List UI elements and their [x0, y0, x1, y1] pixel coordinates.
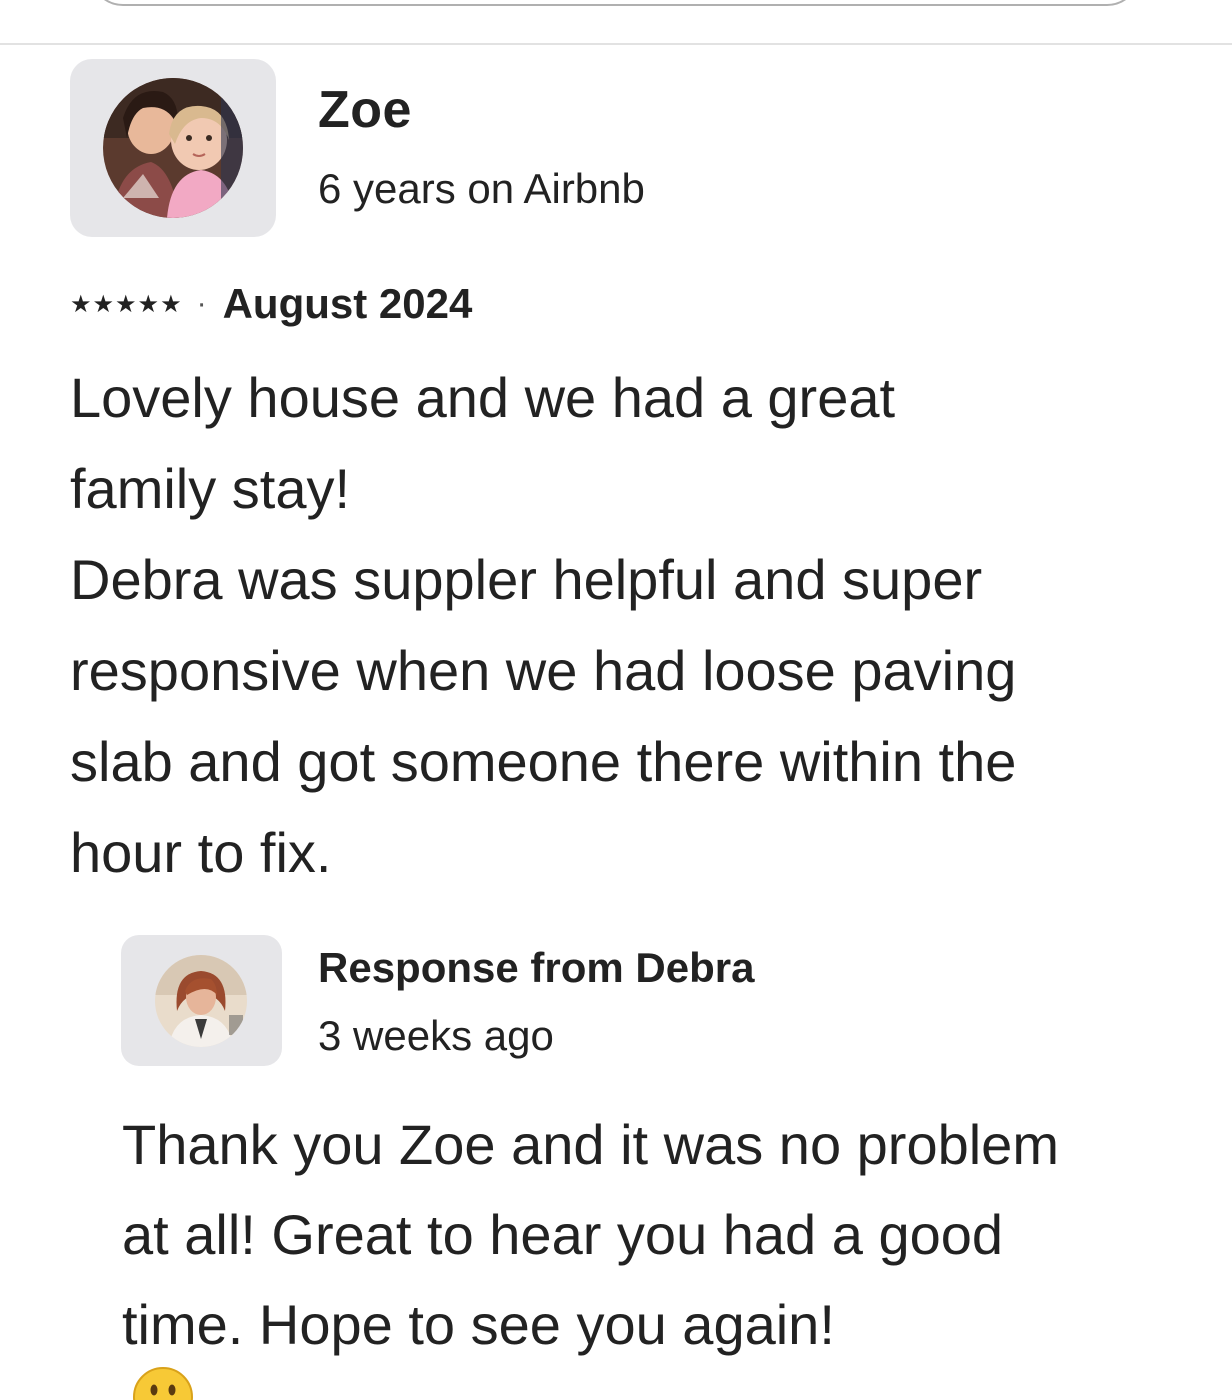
rating-row: ★★★★★ · August 2024 [70, 279, 472, 329]
reviewer-photo-icon [103, 78, 243, 218]
review-text-line: family stay! [70, 457, 351, 520]
reviewer-name[interactable]: Zoe [318, 80, 412, 140]
host-avatar [155, 955, 247, 1047]
divider [0, 43, 1232, 45]
reviewer-tenure: 6 years on Airbnb [318, 165, 645, 212]
response-time: 3 weeks ago [318, 1012, 554, 1059]
reviewer-avatar [103, 78, 243, 218]
review-text-line: hour to fix. [70, 821, 332, 884]
separator-dot: · [196, 287, 207, 320]
response-last-line: time. Hope to see you again! [122, 1280, 1222, 1400]
response-text: Thank you Zoe and it was no problem at a… [122, 1100, 1222, 1400]
reviewer-avatar-tile[interactable] [70, 59, 276, 237]
response-text-line: Thank you Zoe and it was no problem [122, 1113, 1059, 1176]
review-text-line: Debra was suppler helpful and super [70, 548, 983, 611]
show-all-reviews-button[interactable] [90, 0, 1140, 6]
review-text-line: slab and got someone there within the [70, 730, 1017, 793]
review-date: August 2024 [222, 280, 473, 327]
review-text-line: Lovely house and we had a great [70, 366, 896, 429]
host-photo-icon [155, 955, 247, 1047]
response-title: Response from Debra [318, 944, 755, 991]
grinning-face-emoji-icon [132, 1364, 1222, 1400]
response-text-line: at all! Great to hear you had a good [122, 1203, 1004, 1266]
review-page: Zoe 6 years on Airbnb ★★★★★ · August 202… [0, 0, 1232, 1400]
review-text: Lovely house and we had a great family s… [70, 352, 1170, 898]
review-text-line: responsive when we had loose paving [70, 639, 1017, 702]
host-avatar-tile[interactable] [121, 935, 282, 1066]
response-text-line: time. Hope to see you again! [122, 1293, 835, 1356]
star-rating: ★★★★★ [70, 290, 183, 318]
